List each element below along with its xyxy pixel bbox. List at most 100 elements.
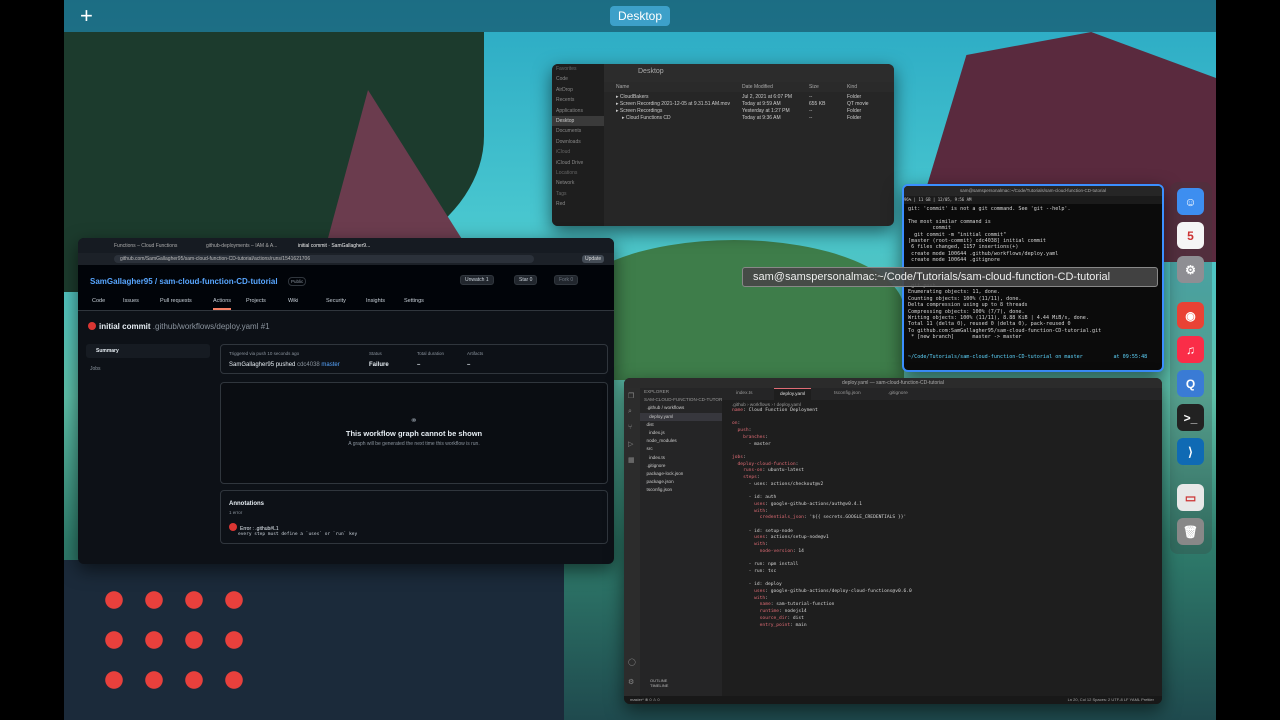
repo-tab-insights[interactable]: Insights <box>366 298 385 304</box>
settings-gear-icon[interactable]: ⚙ <box>628 678 634 686</box>
browser-tab-github[interactable]: initial commit · SamGallagher9... <box>298 241 374 252</box>
error-message: every step must define a `uses` or `run`… <box>238 532 358 537</box>
finder-sidebar-item[interactable]: Red <box>552 199 604 209</box>
system-preferences-icon[interactable]: ⚙ <box>1177 256 1204 283</box>
explorer-item[interactable]: node_modules <box>640 437 722 445</box>
search-icon[interactable]: ⌕ <box>628 408 632 416</box>
code-line: entry_point: main <box>732 622 807 628</box>
explorer-item[interactable]: package.json <box>640 478 722 486</box>
finder-sidebar-item[interactable]: Code <box>552 74 604 84</box>
explorer-item[interactable]: index.ts <box>640 454 722 462</box>
finder-sidebar-item[interactable]: Applications <box>552 106 604 116</box>
repo-tab-code[interactable]: Code <box>92 298 105 304</box>
failure-icon <box>88 322 96 330</box>
unwatch-button[interactable]: Unwatch 1 <box>460 275 494 285</box>
code-editor[interactable]: name: Cloud Function Deployment on: push… <box>732 408 1112 629</box>
quicktime-icon[interactable]: Q <box>1177 370 1204 397</box>
duration-value: – <box>417 362 421 368</box>
status-branch[interactable]: master* ⊗ 0 ⚠ 0 <box>630 696 660 704</box>
finder-cell-size: -- <box>809 108 813 114</box>
finder-cell-date: Yesterday at 1:27 PM <box>742 108 790 114</box>
chrome-icon[interactable]: ◉ <box>1177 302 1204 329</box>
url-input[interactable]: github.com/SamGallagher95/sam-cloud-func… <box>114 255 534 263</box>
explorer-item[interactable]: tsconfig.json <box>640 486 722 494</box>
fork-button[interactable]: Fork 0 <box>554 275 579 285</box>
timeline-header[interactable]: TIMELINE <box>650 683 668 688</box>
finder-sidebar-item[interactable]: iCloud Drive <box>552 158 604 168</box>
code-line: uses: actions/setup-node@v1 <box>732 535 829 541</box>
explorer-item[interactable]: dist <box>640 421 722 429</box>
status-right-info[interactable]: Ln 20, Col 12 Spaces: 2 UTF-8 LF YAML Pr… <box>1068 696 1154 704</box>
finder-row[interactable]: ▸ Screen Recording 2021-12-05 at 9.31.51… <box>604 101 894 108</box>
code-line: credentials_json: '${{ secrets.GOOGLE_CR… <box>732 515 907 521</box>
star-button[interactable]: Star 0 <box>514 275 538 285</box>
finder-sidebar-item[interactable]: Recents <box>552 95 604 105</box>
update-button[interactable]: Update <box>582 255 605 263</box>
col-date[interactable]: Date Modified <box>742 84 773 90</box>
repo-tab-wiki[interactable]: Wiki <box>288 298 298 304</box>
account-icon[interactable]: ◯ <box>628 658 636 666</box>
repo-tab-settings[interactable]: Settings <box>404 298 424 304</box>
commit-sha[interactable]: cdc4038 <box>297 362 320 368</box>
repo-tab-projects[interactable]: Projects <box>246 298 266 304</box>
terminal-icon[interactable]: >_ <box>1177 404 1204 431</box>
finder-sidebar-item[interactable]: Documents <box>552 126 604 136</box>
explorer-item[interactable]: index.js <box>640 429 722 437</box>
finder-row[interactable]: ▸ Screen Recordings Yesterday at 1:27 PM -… <box>604 108 894 115</box>
explorer-item[interactable]: .github / workflows <box>640 404 722 412</box>
col-kind[interactable]: Kind <box>847 84 857 90</box>
finder-sidebar-item[interactable]: AirDrop <box>552 85 604 95</box>
finder-sidebar-item[interactable]: Network <box>552 178 604 188</box>
graph-empty-subtitle: A graph will be generated the next time … <box>348 441 480 447</box>
vscode-icon[interactable]: ⟩ <box>1177 438 1204 465</box>
finder-sidebar-item[interactable]: Downloads <box>552 137 604 147</box>
explorer-item[interactable]: deploy.yaml <box>640 412 722 421</box>
vscode-window[interactable]: deploy.yaml — sam-cloud-function-CD-tuto… <box>624 378 1162 704</box>
add-space-button[interactable]: + <box>80 4 93 28</box>
code-line: node-version: 14 <box>732 548 804 554</box>
explorer-item[interactable]: SAM-CLOUD-FUNCTION-CD-TUTORIAL <box>640 396 722 404</box>
document-icon[interactable]: ▭ <box>1177 484 1204 511</box>
finder-sidebar-item[interactable]: Desktop <box>552 115 604 127</box>
finder-icon[interactable]: ☺ <box>1177 188 1204 215</box>
explorer-icon[interactable]: ❐ <box>628 392 634 400</box>
sidebar-item-summary[interactable]: Summary <box>86 344 210 358</box>
tab-index-ts[interactable]: index.ts <box>730 388 759 400</box>
extensions-icon[interactable]: ▦ <box>628 456 635 464</box>
finder-window[interactable]: Favorites Code AirDrop Recents Applications D… <box>552 64 894 226</box>
col-name[interactable]: Name <box>616 84 629 90</box>
explorer-item[interactable]: package-lock.json <box>640 470 722 478</box>
explorer-item[interactable]: src <box>640 445 722 453</box>
repo-tab-actions[interactable]: Actions <box>213 298 232 310</box>
outline-section[interactable]: OUTLINE TIMELINE <box>650 678 668 688</box>
repo-tab-pull-requests[interactable]: Pull requests <box>160 298 192 304</box>
source-control-icon[interactable]: ⑂ <box>628 424 632 431</box>
github-repo-header: SamGallagher95 / sam-cloud-function-CD-t… <box>78 265 614 311</box>
browser-window[interactable]: Functions – Cloud Functions github-deplo… <box>78 238 614 564</box>
run-workflow-path[interactable]: .github/workflows/deploy.yaml #1 <box>153 322 270 331</box>
browser-tab-iam[interactable]: github-deployments – IAM & A... <box>206 241 278 252</box>
terminal-prompt[interactable]: ~/Code/Tutorials/sam-cloud-function-CD-t… <box>908 354 1158 360</box>
repo-tab-issues[interactable]: Issues <box>123 298 139 304</box>
repo-tab-security[interactable]: Security <box>326 298 346 304</box>
tab-gitignore[interactable]: .gitignore <box>882 388 914 400</box>
run-debug-icon[interactable]: ▷ <box>628 440 633 448</box>
actor-text[interactable]: SamGallagher95 pushed <box>229 362 295 368</box>
space-desktop-label[interactable]: Desktop <box>610 6 671 26</box>
browser-tab-functions[interactable]: Functions – Cloud Functions <box>114 241 184 252</box>
col-size[interactable]: Size <box>809 84 819 90</box>
repo-name-link[interactable]: SamGallagher95 / sam-cloud-function-CD-t… <box>90 277 278 286</box>
tab-tsconfig[interactable]: tsconfig.json <box>828 388 867 400</box>
finder-row[interactable]: ▸ Cloud Functions CD Today at 9:36 AM -- Fo… <box>604 115 894 122</box>
calendar-icon[interactable]: 5 <box>1177 222 1204 249</box>
finder-row[interactable]: ▸ CloudBakers Jul 2, 2021 at 6:07 PM -- Fol… <box>604 94 894 101</box>
explorer-item[interactable]: .gitignore <box>640 462 722 470</box>
tab-deploy-yaml[interactable]: deploy.yaml <box>774 388 812 400</box>
editor-breadcrumb[interactable]: .github › workflows › ! deploy.yaml <box>732 402 801 407</box>
annotation-error[interactable]: Error : .github#L1 <box>229 523 279 532</box>
music-icon[interactable]: ♫ <box>1177 336 1204 363</box>
trash-icon[interactable]: 🗑 <box>1177 518 1204 545</box>
branch-badge[interactable]: master <box>321 362 339 368</box>
